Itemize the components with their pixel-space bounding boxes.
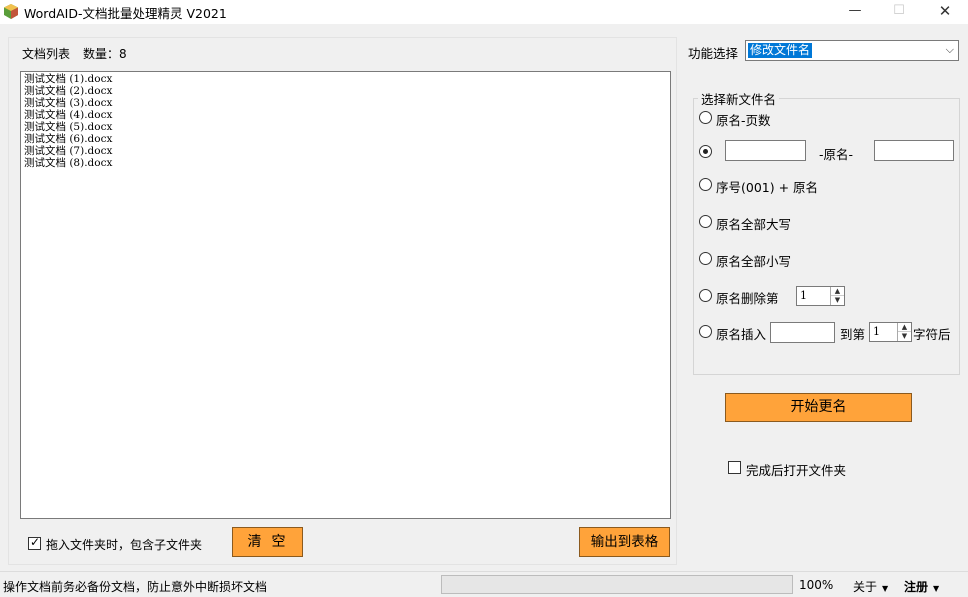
stepper-buttons: ▲ ▼	[830, 287, 844, 305]
stepper-buttons: ▲ ▼	[897, 323, 911, 341]
radio-lowercase[interactable]	[699, 252, 712, 265]
zoom-level: 100%	[799, 578, 834, 592]
radio-serial[interactable]	[699, 178, 712, 191]
option-page-count-label: 原名-页数	[716, 113, 771, 128]
caret-down-icon: ▼	[882, 584, 889, 593]
radio-prefix-suffix[interactable]	[699, 145, 712, 158]
open-folder-checkbox[interactable]	[728, 461, 741, 474]
option-insert-label: 原名插入	[716, 327, 767, 342]
option-delete-label: 原名删除第	[716, 291, 779, 306]
include-subfolders-checkbox[interactable]: ✓	[28, 535, 41, 550]
insert-position-stepper[interactable]: 1 ▲ ▼	[869, 322, 912, 342]
insert-position-value: 1	[873, 325, 880, 338]
register-label: 注册	[904, 580, 929, 594]
maximize-button[interactable]: ☐	[876, 0, 922, 24]
function-select-value: 修改文件名	[748, 43, 813, 58]
stepper-down-icon[interactable]: ▼	[898, 332, 911, 341]
open-folder-label: 完成后打开文件夹	[746, 463, 847, 478]
option-serial-label: 序号(001) + 原名	[716, 180, 819, 195]
insert-text-input[interactable]	[770, 322, 835, 343]
about-label: 关于	[853, 580, 878, 594]
caret-down-icon: ▼	[933, 584, 940, 593]
register-menu[interactable]: 注册 ▼	[904, 578, 939, 595]
delete-position-stepper[interactable]: 1 ▲ ▼	[796, 286, 845, 306]
option-middle-label: -原名-	[819, 147, 854, 162]
radio-delete-char[interactable]	[699, 289, 712, 302]
clear-button[interactable]: 清空	[232, 527, 303, 557]
stepper-up-icon[interactable]: ▲	[898, 323, 911, 332]
include-subfolders-label: 拖入文件夹时，包含子文件夹	[46, 538, 203, 552]
delete-position-value: 1	[800, 289, 807, 302]
about-menu[interactable]: 关于 ▼	[853, 578, 888, 595]
list-item[interactable]: 测试文档 (8).docx	[24, 157, 667, 169]
insert-after-label: 字符后	[913, 327, 951, 342]
checkmark-icon: ✓	[30, 535, 41, 549]
list-item[interactable]: 测试文档 (2).docx	[24, 85, 667, 97]
status-text: 操作文档前务必备份文档，防止意外中断损坏文档	[3, 580, 268, 594]
document-list[interactable]: 测试文档 (1).docx 测试文档 (2).docx 测试文档 (3).doc…	[20, 71, 671, 519]
function-select-label: 功能选择	[688, 46, 739, 61]
rename-group-title: 选择新文件名	[698, 89, 780, 108]
list-item[interactable]: 测试文档 (6).docx	[24, 133, 667, 145]
radio-insert[interactable]	[699, 325, 712, 338]
list-item[interactable]: 测试文档 (5).docx	[24, 121, 667, 133]
function-select[interactable]: 修改文件名 ⌵	[745, 40, 959, 61]
list-item[interactable]: 测试文档 (4).docx	[24, 109, 667, 121]
radio-selected-dot	[703, 149, 708, 154]
insert-to-label: 到第	[840, 327, 866, 342]
app-logo-icon	[4, 4, 18, 19]
doc-count-label: 数量：8	[83, 47, 127, 61]
progress-bar	[441, 575, 793, 594]
list-item[interactable]: 测试文档 (7).docx	[24, 145, 667, 157]
close-button[interactable]: ✕	[922, 0, 968, 24]
list-item[interactable]: 测试文档 (3).docx	[24, 97, 667, 109]
option-lowercase-label: 原名全部小写	[716, 254, 792, 269]
minimize-button[interactable]: —	[832, 0, 878, 24]
option-uppercase-label: 原名全部大写	[716, 217, 792, 232]
radio-uppercase[interactable]	[699, 215, 712, 228]
start-rename-button[interactable]: 开始更名	[725, 393, 912, 422]
chevron-down-icon[interactable]: ⌵	[946, 43, 954, 57]
window-title: WordAID-文档批量处理精灵 V2021	[24, 6, 227, 21]
stepper-down-icon[interactable]: ▼	[831, 296, 844, 305]
list-item[interactable]: 测试文档 (1).docx	[24, 73, 667, 85]
export-to-table-button[interactable]: 输出到表格	[579, 527, 670, 557]
title-bar: WordAID-文档批量处理精灵 V2021 — ☐ ✕	[0, 0, 968, 24]
prefix-input[interactable]	[725, 140, 806, 161]
stepper-up-icon[interactable]: ▲	[831, 287, 844, 296]
doc-list-label: 文档列表	[22, 47, 71, 61]
suffix-input[interactable]	[874, 140, 954, 161]
status-bar: 操作文档前务必备份文档，防止意外中断损坏文档 100% 关于 ▼ 注册 ▼	[0, 571, 968, 597]
radio-page-count[interactable]	[699, 111, 712, 124]
